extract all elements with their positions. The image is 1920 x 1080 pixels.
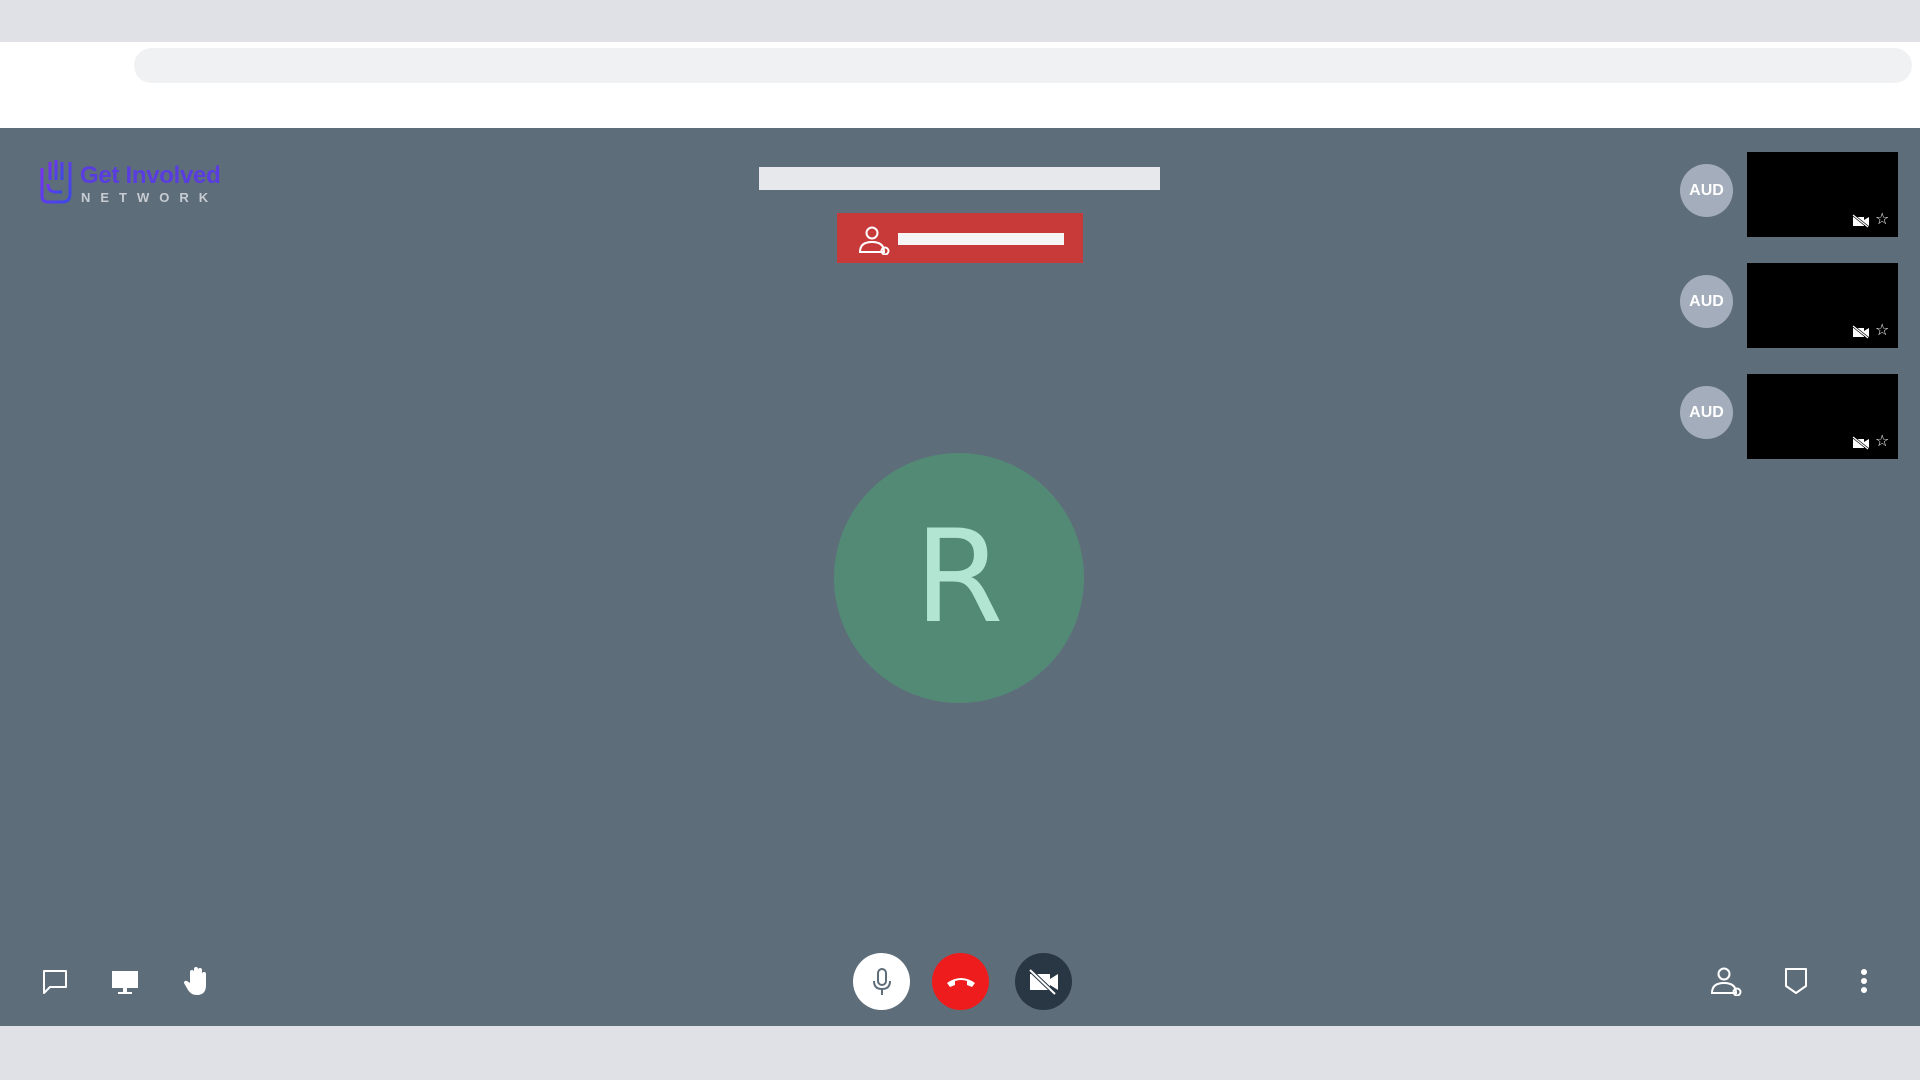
participant-badge: AUD — [1680, 275, 1733, 328]
camera-off-icon — [1852, 214, 1869, 228]
camera-off-icon — [1852, 325, 1869, 339]
browser-toolbar — [0, 42, 1920, 128]
participant-tile[interactable]: AUD ☆ — [1680, 263, 1920, 349]
participant-thumbnail[interactable]: ☆ — [1747, 374, 1898, 459]
recording-label-placeholder — [898, 233, 1064, 245]
hang-up-icon — [946, 977, 975, 987]
hand-logo-icon — [40, 160, 72, 204]
speaker-initial: R — [914, 503, 1004, 652]
brand-subtitle: NETWORK — [81, 190, 219, 205]
participant-thumbnail[interactable]: ☆ — [1747, 152, 1898, 237]
recording-status-badge — [837, 213, 1083, 263]
participant-icon — [858, 226, 890, 255]
participant-badge: AUD — [1680, 386, 1733, 439]
camera-off-icon — [1028, 968, 1058, 995]
participant-badge: AUD — [1680, 164, 1733, 217]
more-options-icon[interactable] — [1852, 964, 1876, 998]
pin-star-icon[interactable]: ☆ — [1875, 434, 1889, 450]
raise-hand-icon[interactable] — [179, 963, 215, 999]
security-shield-icon[interactable] — [1780, 964, 1812, 998]
pin-star-icon[interactable]: ☆ — [1875, 323, 1889, 339]
browser-bottom-strip — [0, 1026, 1920, 1080]
brand-logo: Get Involved NETWORK — [38, 158, 228, 208]
camera-toggle-button[interactable] — [1015, 953, 1072, 1010]
microphone-button[interactable] — [853, 953, 910, 1010]
participant-tile[interactable]: AUD ☆ — [1680, 152, 1920, 238]
screen-share-icon[interactable] — [108, 965, 142, 999]
speaker-avatar: R — [834, 453, 1084, 703]
address-bar[interactable] — [134, 48, 1912, 83]
participant-thumbnail[interactable]: ☆ — [1747, 263, 1898, 348]
camera-off-icon — [1852, 436, 1869, 450]
microphone-icon — [872, 967, 891, 995]
brand-title: Get Involved — [80, 162, 221, 189]
participant-tile[interactable]: AUD ☆ — [1680, 374, 1920, 460]
meeting-title-placeholder — [759, 167, 1160, 190]
meeting-stage: Get Involved NETWORK R AUD ☆ AUD ☆ AUD ☆ — [0, 128, 1920, 1026]
chat-icon[interactable] — [38, 965, 72, 999]
hang-up-button[interactable] — [932, 953, 989, 1010]
browser-tab-strip — [0, 0, 1920, 42]
pin-star-icon[interactable]: ☆ — [1875, 212, 1889, 228]
participants-icon[interactable] — [1708, 964, 1744, 998]
